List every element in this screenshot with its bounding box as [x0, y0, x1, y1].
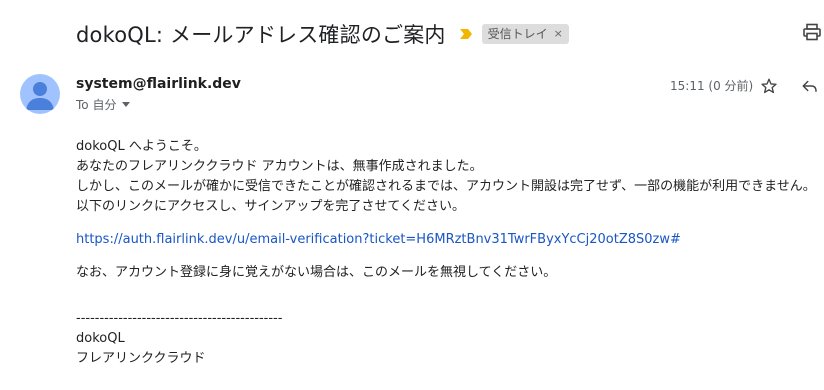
signature-separator: ----------------------------------------… — [76, 311, 283, 326]
body-greeting: dokoQL へようこそ。 — [76, 139, 207, 154]
sender-email: system@flairlink.dev — [76, 76, 241, 92]
sender-avatar — [20, 74, 60, 114]
body-note: なお、アカウント登録に身に覚えがない場合は、このメールを無視してください。 — [76, 265, 557, 280]
signature-name: dokoQL — [76, 331, 125, 346]
caret-down-icon — [122, 102, 131, 107]
signature-company: フレアリンククラウド — [76, 351, 206, 366]
verification-link[interactable]: https://auth.flairlink.dev/u/email-verif… — [76, 232, 681, 247]
remove-label-button[interactable]: × — [554, 27, 563, 40]
body-line-1: あなたのフレアリンククラウド アカウントは、無事作成されました。 — [76, 159, 483, 174]
body-line-3: 以下のリンクにアクセスし、サインアップを完了させてください。 — [76, 199, 465, 214]
email-subject: dokoQL: メールアドレス確認のご案内 — [76, 23, 446, 47]
importance-marker-icon[interactable] — [459, 28, 472, 40]
body-line-2: しかし、このメールが確かに受信できたことが確認されるまでは、アカウント開設は完了… — [76, 179, 816, 194]
email-body: dokoQL へようこそ。 あなたのフレアリンククラウド アカウントは、無事作成… — [76, 137, 824, 369]
print-icon[interactable] — [802, 22, 822, 42]
email-timestamp: 15:11 (0 分前) — [670, 79, 754, 93]
label-chip-inbox: 受信トレイ × — [481, 24, 569, 44]
label-chip-text: 受信トレイ — [487, 27, 548, 41]
recipient-label: To 自分 — [76, 98, 117, 112]
reply-icon[interactable] — [801, 77, 819, 95]
star-icon[interactable] — [760, 77, 778, 95]
recipient-details-toggle[interactable]: To 自分 — [76, 96, 131, 113]
person-avatar-icon — [26, 82, 54, 110]
subject-row: dokoQL: メールアドレス確認のご案内 受信トレイ × — [76, 18, 824, 50]
